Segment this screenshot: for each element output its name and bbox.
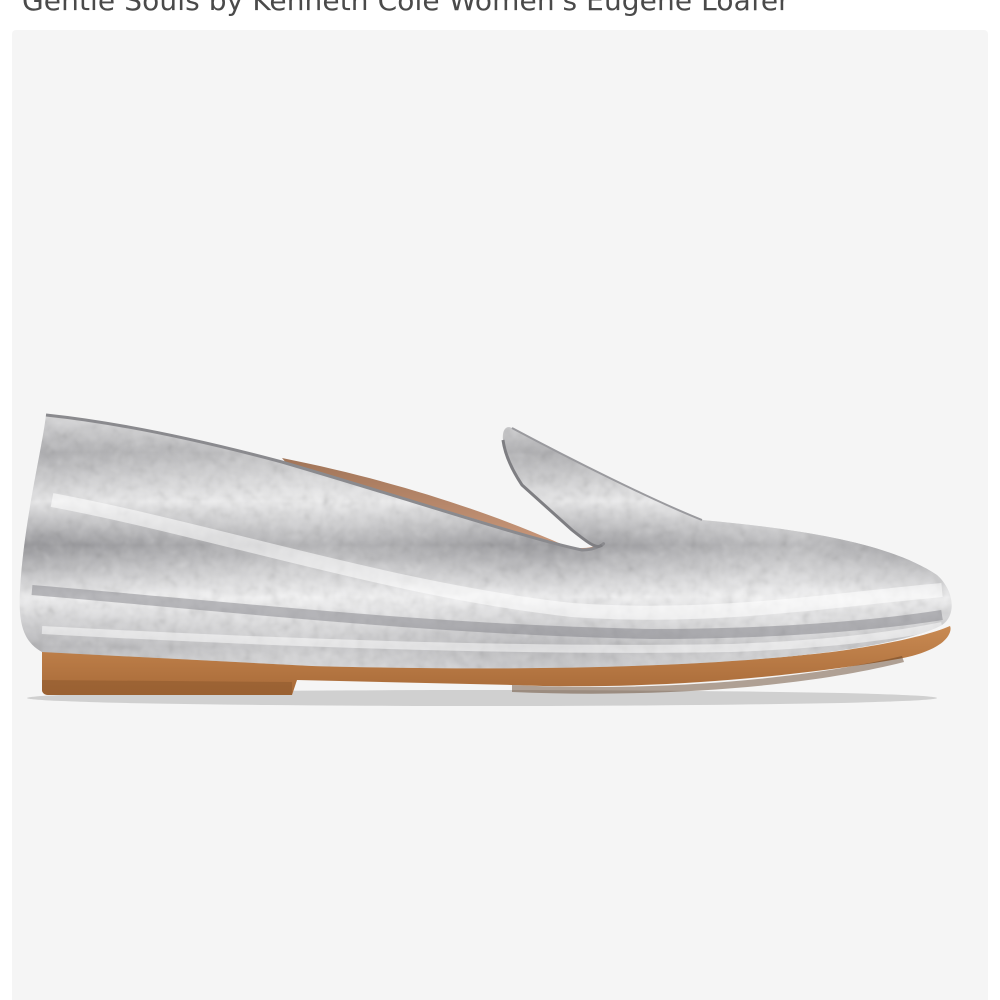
product-title: Gentle Souls by Kenneth Cole Women's Eug… (22, 0, 790, 17)
product-image[interactable] (12, 30, 988, 1000)
shoe-upper (19, 415, 952, 669)
product-page: Gentle Souls by Kenneth Cole Women's Eug… (0, 0, 1000, 1000)
loafer-shoe-image (19, 413, 952, 706)
shoe-heel (42, 680, 292, 695)
